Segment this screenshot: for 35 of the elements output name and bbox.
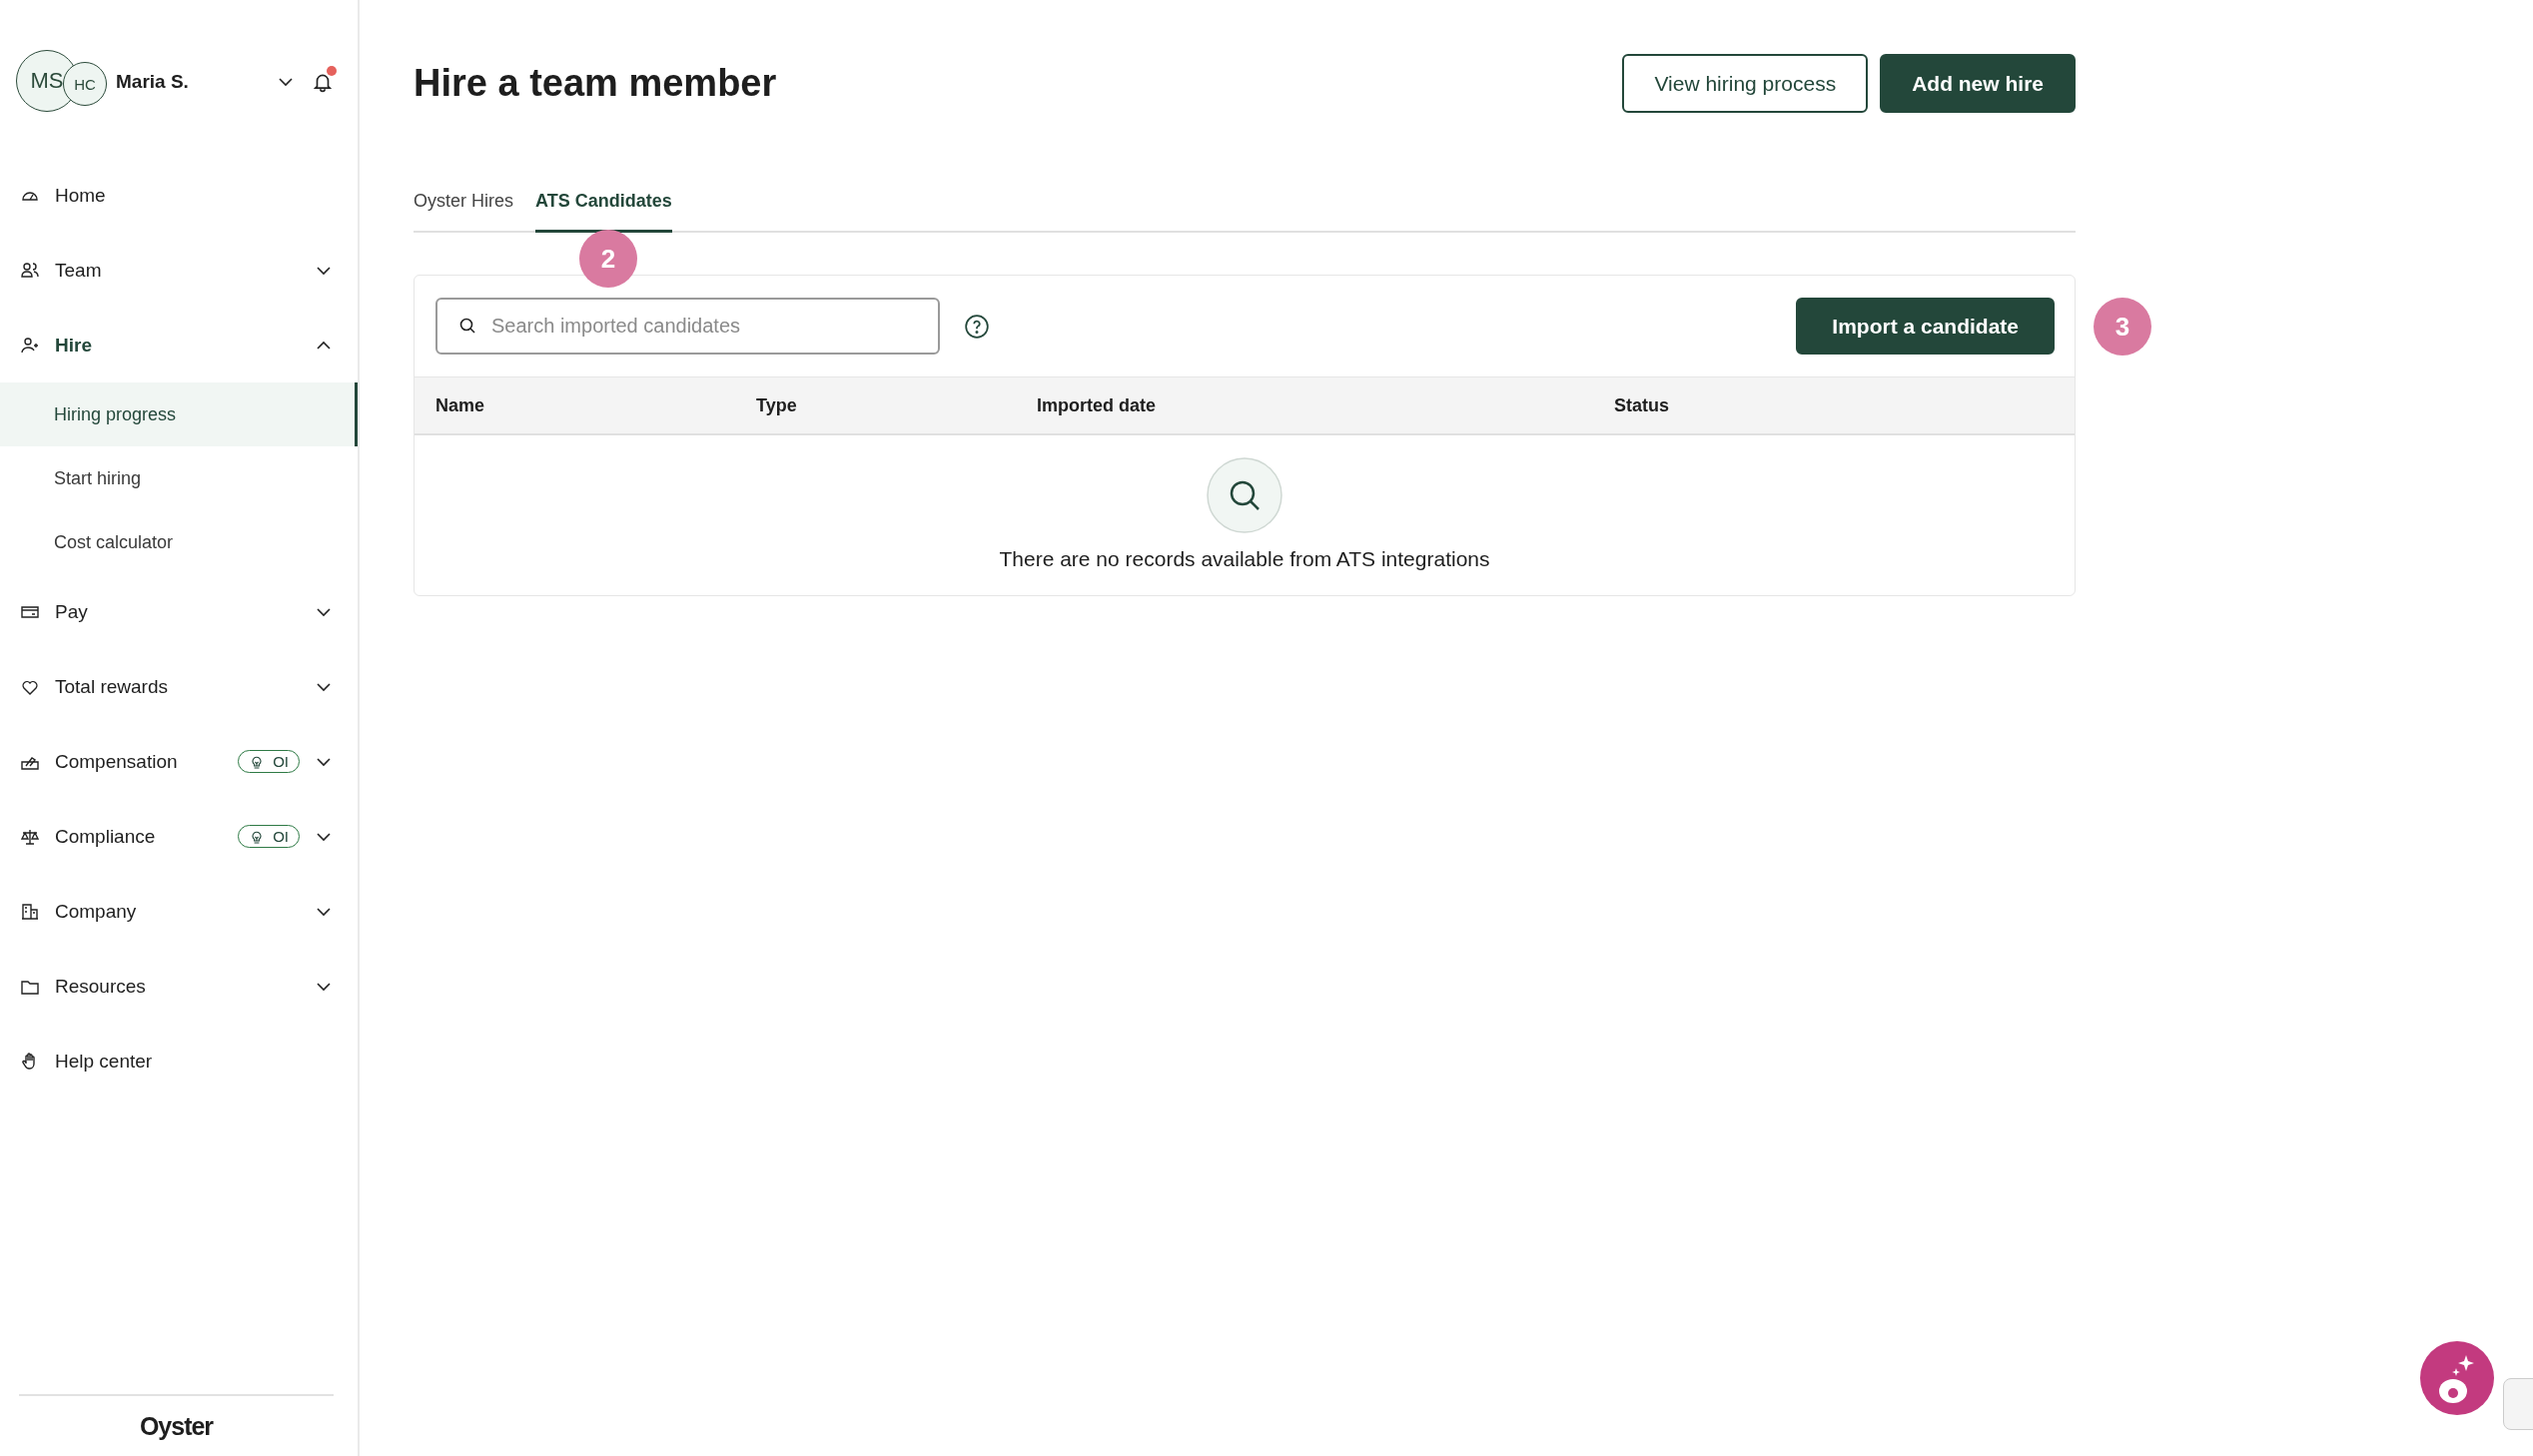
nav-item[interactable]: Compliance OI xyxy=(0,799,358,874)
import-button[interactable]: Import a candidate xyxy=(1796,298,2055,355)
nav-item[interactable]: Hire xyxy=(0,308,358,382)
nav-item[interactable]: Team xyxy=(0,233,358,308)
nav-subitem[interactable]: Start hiring xyxy=(0,446,358,510)
nav-item[interactable]: Company xyxy=(0,874,358,949)
nav-subitem[interactable]: Cost calculator xyxy=(0,510,358,574)
nav-item[interactable]: Home xyxy=(0,158,358,233)
empty-message: There are no records available from ATS integrations xyxy=(999,547,1490,571)
step-marker: 3 xyxy=(2094,298,2151,356)
column-header: Name xyxy=(435,394,486,416)
view-process-button[interactable]: View hiring process xyxy=(1622,54,1869,113)
column-header: Imported date xyxy=(1037,394,1157,416)
page-title: Hire a team member xyxy=(414,62,777,105)
brand-logo: Oyster xyxy=(139,1411,214,1441)
people-icon xyxy=(20,260,40,281)
person-plus-icon xyxy=(20,335,40,356)
building-icon xyxy=(20,901,40,922)
user-name[interactable]: Maria S. xyxy=(116,71,276,93)
help-icon[interactable] xyxy=(964,313,990,340)
assistant-button[interactable] xyxy=(2420,1341,2494,1415)
team-avatar[interactable]: HC xyxy=(63,62,107,106)
column-header: Status xyxy=(1614,394,1670,416)
column-header: Type xyxy=(756,394,798,416)
tab[interactable]: Oyster Hires xyxy=(414,191,513,233)
nav-subitem[interactable]: Hiring progress xyxy=(0,382,358,446)
nav-item[interactable]: Help center xyxy=(0,1024,358,1098)
nav-item[interactable]: Total rewards xyxy=(0,649,358,724)
nav-item[interactable]: Compensation OI xyxy=(0,724,358,799)
search-icon xyxy=(1207,457,1282,533)
search-icon xyxy=(457,316,477,336)
nav-item[interactable]: Pay xyxy=(0,574,358,649)
add-hire-button[interactable]: Add new hire xyxy=(1880,54,2076,113)
nav-item[interactable]: Resources xyxy=(0,949,358,1024)
search-field[interactable]: Search imported candidates xyxy=(435,298,940,355)
